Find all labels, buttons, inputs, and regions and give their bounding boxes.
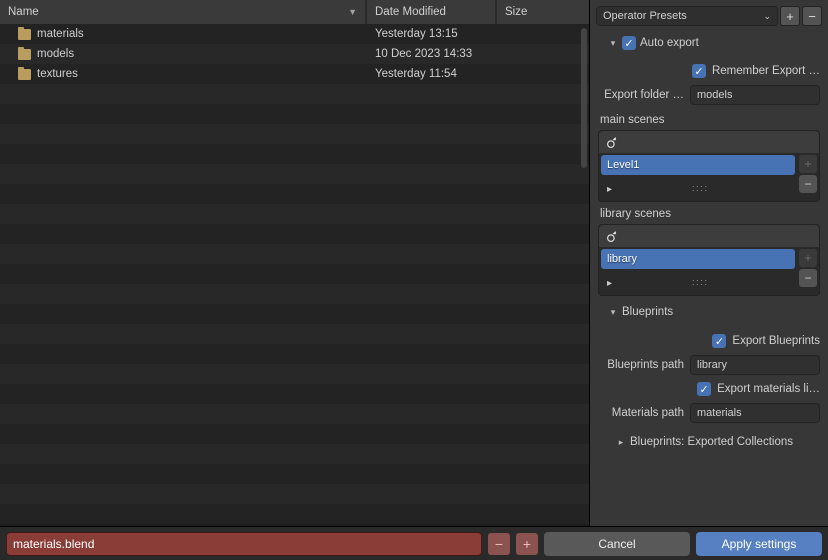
section-title: Blueprints: [622, 306, 673, 318]
file-row[interactable]: textures Yesterday 11:54: [0, 64, 589, 84]
file-row[interactable]: [0, 84, 589, 104]
operator-presets-select[interactable]: Operator Presets ⌄: [596, 6, 778, 26]
file-row[interactable]: [0, 504, 589, 524]
export-folder-field[interactable]: models: [690, 85, 820, 105]
file-date: Yesterday 13:15: [375, 28, 458, 40]
chevron-right-icon: ▸: [616, 437, 626, 448]
file-row[interactable]: [0, 424, 589, 444]
scene-picker[interactable]: [599, 131, 819, 153]
file-row[interactable]: [0, 144, 589, 164]
list-grip-icon[interactable]: ∷∷: [632, 184, 769, 195]
preset-remove-button[interactable]: −: [802, 6, 822, 26]
settings-panel: Operator Presets ⌄ + − ▾ ✓ Auto export ✓…: [590, 0, 828, 526]
list-remove-button[interactable]: −: [799, 175, 817, 193]
filename-minus-button[interactable]: −: [488, 533, 510, 555]
auto-export-checkbox[interactable]: ✓: [622, 36, 636, 50]
file-row[interactable]: [0, 164, 589, 184]
section-title: Blueprints: Exported Collections: [630, 436, 793, 448]
file-row[interactable]: [0, 284, 589, 304]
preset-add-button[interactable]: +: [780, 6, 800, 26]
export-folder-label: Export folder …: [598, 89, 684, 101]
file-row[interactable]: [0, 324, 589, 344]
export-blueprints-label: Export Blueprints: [732, 335, 820, 347]
eyedropper-icon: [605, 135, 619, 149]
file-row[interactable]: [0, 184, 589, 204]
chevron-down-icon: ▾: [608, 307, 618, 318]
file-list[interactable]: materials Yesterday 13:15 models 10 Dec …: [0, 24, 589, 526]
file-row[interactable]: [0, 224, 589, 244]
file-row[interactable]: [0, 124, 589, 144]
file-row[interactable]: materials Yesterday 13:15: [0, 24, 589, 44]
folder-icon: [18, 49, 31, 60]
blueprints-path-field[interactable]: library: [690, 355, 820, 375]
remember-export-checkbox[interactable]: ✓: [692, 64, 706, 78]
chevron-down-icon: ▾: [608, 38, 618, 49]
column-name[interactable]: Name ▼: [0, 0, 367, 24]
file-row[interactable]: [0, 344, 589, 364]
columns-header: Name ▼ Date Modified Size: [0, 0, 589, 24]
bottom-bar: materials.blend − + Cancel Apply setting…: [0, 526, 828, 560]
preset-label: Operator Presets: [603, 10, 687, 22]
export-blueprints-checkbox[interactable]: ✓: [712, 334, 726, 348]
list-play-icon[interactable]: ▸: [607, 278, 612, 289]
file-row[interactable]: models 10 Dec 2023 14:33: [0, 44, 589, 64]
materials-path-label: Materials path: [598, 407, 684, 419]
main-scenes-title: main scenes: [598, 108, 820, 128]
section-title: Auto export: [640, 37, 699, 49]
library-scenes-title: library scenes: [598, 202, 820, 222]
list-remove-button[interactable]: −: [799, 269, 817, 287]
chevron-down-icon: ⌄: [763, 11, 771, 22]
file-row[interactable]: [0, 384, 589, 404]
blueprints-section[interactable]: ▾ Blueprints: [590, 300, 828, 324]
file-row[interactable]: [0, 264, 589, 284]
auto-export-section[interactable]: ▾ ✓ Auto export: [590, 32, 828, 54]
file-row[interactable]: [0, 244, 589, 264]
folder-icon: [18, 29, 31, 40]
materials-path-field[interactable]: materials: [690, 403, 820, 423]
file-row[interactable]: [0, 304, 589, 324]
list-grip-icon[interactable]: ∷∷: [632, 278, 769, 289]
blueprints-path-label: Blueprints path: [598, 359, 684, 371]
list-add-button[interactable]: +: [799, 155, 817, 173]
main-scenes-list: Level1 ▸ ∷∷ + −: [598, 130, 820, 202]
column-size[interactable]: Size: [497, 0, 589, 24]
column-name-label: Name: [8, 6, 39, 18]
file-date: 10 Dec 2023 14:33: [375, 48, 472, 60]
list-add-button[interactable]: +: [799, 249, 817, 267]
file-row[interactable]: [0, 484, 589, 504]
file-name: textures: [37, 68, 78, 80]
exported-collections-section[interactable]: ▸ Blueprints: Exported Collections: [590, 430, 828, 454]
file-row[interactable]: [0, 464, 589, 484]
file-name: materials: [37, 28, 84, 40]
eyedropper-icon: [605, 229, 619, 243]
column-date[interactable]: Date Modified: [367, 0, 497, 24]
folder-icon: [18, 69, 31, 80]
file-row[interactable]: [0, 444, 589, 464]
scene-picker[interactable]: [599, 225, 819, 247]
list-item[interactable]: library: [601, 249, 795, 269]
remember-export-label: Remember Export …: [712, 65, 820, 77]
file-browser: Name ▼ Date Modified Size materials Yest…: [0, 0, 590, 526]
list-play-icon[interactable]: ▸: [607, 184, 612, 195]
file-row[interactable]: [0, 204, 589, 224]
file-name: models: [37, 48, 74, 60]
sort-indicator-icon: ▼: [348, 7, 357, 17]
filename-plus-button[interactable]: +: [516, 533, 538, 555]
apply-settings-button[interactable]: Apply settings: [696, 532, 822, 556]
scrollbar[interactable]: [581, 28, 587, 168]
column-size-label: Size: [505, 6, 527, 18]
list-item[interactable]: Level1: [601, 155, 795, 175]
cancel-button[interactable]: Cancel: [544, 532, 690, 556]
file-row[interactable]: [0, 104, 589, 124]
file-date: Yesterday 11:54: [375, 68, 457, 80]
column-date-label: Date Modified: [375, 6, 446, 18]
file-row[interactable]: [0, 404, 589, 424]
library-scenes-list: library ▸ ∷∷ + −: [598, 224, 820, 296]
filename-field[interactable]: materials.blend: [6, 532, 482, 556]
export-materials-label: Export materials li…: [717, 383, 820, 395]
export-materials-checkbox[interactable]: ✓: [697, 382, 711, 396]
file-row[interactable]: [0, 364, 589, 384]
